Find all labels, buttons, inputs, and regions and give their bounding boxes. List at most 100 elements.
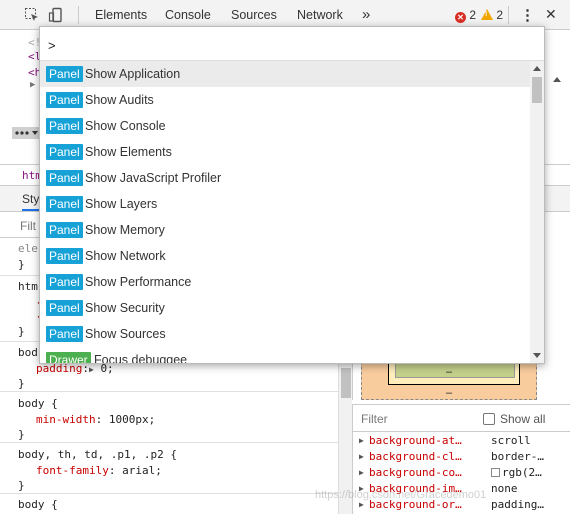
error-counter[interactable]: ✕ 2: [455, 8, 476, 23]
command-label: Show Application: [85, 67, 181, 81]
command-category-badge: Panel: [46, 92, 83, 108]
computed-property-value: border-…: [491, 450, 544, 463]
command-category-badge: Panel: [46, 222, 83, 238]
rule-selector[interactable]: htm: [18, 279, 38, 294]
command-item[interactable]: Panel Show Performance: [40, 269, 530, 295]
rule-selector[interactable]: ele: [18, 241, 38, 256]
rule-selector[interactable]: body {: [18, 497, 58, 512]
warning-count: 2: [496, 8, 504, 22]
computed-row[interactable]: ▶ background-at… scroll: [353, 433, 570, 449]
watermark: https://blog.csdn.net/Gracedemo01: [315, 489, 487, 501]
command-category-badge: Panel: [46, 66, 83, 82]
command-menu-scrollbar[interactable]: [530, 61, 544, 363]
command-item[interactable]: Panel Show Network: [40, 243, 530, 269]
error-icon: ✕: [455, 12, 466, 23]
command-label: Show Sources: [85, 327, 166, 341]
expand-triangle-icon[interactable]: ▶: [359, 433, 364, 449]
command-menu-input[interactable]: [48, 36, 528, 54]
command-category-badge: Drawer: [46, 352, 91, 363]
command-item[interactable]: Panel Show Sources: [40, 321, 530, 347]
show-all-label[interactable]: Show all: [500, 412, 545, 426]
computed-property-value: padding…: [491, 498, 544, 511]
box-model-value[interactable]: –: [446, 366, 452, 378]
rule-close-brace: }: [18, 325, 25, 338]
computed-property-name: background-at…: [369, 434, 462, 447]
command-item[interactable]: Panel Show Memory: [40, 217, 530, 243]
show-all-checkbox[interactable]: [483, 413, 495, 425]
command-label: Show Network: [85, 249, 166, 263]
tab-network[interactable]: Network: [297, 8, 343, 22]
computed-row[interactable]: ▶ background-co… rgb(2…: [353, 465, 570, 481]
warning-icon: !: [481, 9, 493, 20]
command-category-badge: Panel: [46, 326, 83, 342]
command-category-badge: Panel: [46, 196, 83, 212]
rule-declaration[interactable]: min-width: 1000px;: [36, 412, 155, 427]
command-label: Show JavaScript Profiler: [85, 171, 222, 185]
command-category-badge: Panel: [46, 248, 83, 264]
command-item[interactable]: Panel Show Layers: [40, 191, 530, 217]
command-item[interactable]: Panel Show Elements: [40, 139, 530, 165]
command-category-badge: Panel: [46, 144, 83, 160]
property-name: font-family: [36, 464, 109, 477]
command-label: Show Audits: [85, 93, 154, 107]
computed-property-value: none: [491, 482, 518, 495]
command-menu: Panel Show Application Panel Show Audits…: [39, 26, 545, 364]
scrollbar-thumb[interactable]: [341, 368, 351, 398]
computed-row[interactable]: ▶ background-cl… border-…: [353, 449, 570, 465]
command-item[interactable]: Panel Show Security: [40, 295, 530, 321]
command-menu-list: Panel Show Application Panel Show Audits…: [40, 61, 530, 363]
scroll-up-icon[interactable]: [533, 66, 541, 71]
more-tabs-icon[interactable]: »: [362, 6, 370, 23]
command-category-badge: Panel: [46, 170, 83, 186]
tab-console[interactable]: Console: [165, 8, 211, 22]
styles-filter-input[interactable]: Filt: [20, 219, 36, 233]
command-category-badge: Panel: [46, 118, 83, 134]
rule-close-brace: }: [18, 479, 25, 492]
rule-close-brace: }: [18, 428, 25, 441]
computed-property-value: rgb(2…: [491, 465, 542, 481]
style-rule: body {: [0, 494, 338, 514]
command-item[interactable]: Panel Show Application: [40, 61, 530, 87]
kebab-menu-icon[interactable]: ⋮: [520, 6, 535, 24]
device-toolbar-icon[interactable]: [48, 7, 64, 23]
rule-declaration[interactable]: font-family: arial;: [36, 463, 162, 478]
command-item[interactable]: Panel Show Audits: [40, 87, 530, 113]
command-category-badge: Panel: [46, 300, 83, 316]
expand-triangle-icon[interactable]: ▶: [359, 449, 364, 465]
rule-selector[interactable]: bod: [18, 345, 38, 360]
inspect-element-icon[interactable]: [24, 7, 40, 23]
command-label: Show Elements: [85, 145, 172, 159]
rule-close-brace: }: [18, 258, 25, 271]
property-value: arial;: [122, 464, 162, 477]
style-rule: body, th, td, .p1, .p2 { font-family: ar…: [0, 443, 338, 494]
property-value: 1000px;: [108, 413, 156, 426]
computed-property-value: scroll: [491, 434, 531, 447]
tab-styles[interactable]: Sty: [22, 192, 40, 211]
box-model-value[interactable]: –: [446, 387, 452, 399]
expand-triangle-icon[interactable]: ▶: [359, 465, 364, 481]
command-menu-input-row: [40, 27, 544, 61]
command-label: Show Console: [85, 119, 166, 133]
rule-selector[interactable]: body {: [18, 396, 58, 411]
command-item[interactable]: Panel Show JavaScript Profiler: [40, 165, 530, 191]
computed-property-value-text: rgb(2…: [502, 466, 542, 479]
error-count: 2: [469, 8, 477, 22]
warning-counter[interactable]: ! 2: [481, 8, 503, 22]
command-label: Show Security: [85, 301, 165, 315]
command-category-badge: Panel: [46, 274, 83, 290]
scroll-down-icon[interactable]: [533, 353, 541, 358]
selected-node-dots[interactable]: [12, 127, 40, 139]
expand-triangle-icon[interactable]: ▶: [30, 80, 35, 90]
color-swatch-icon[interactable]: [491, 468, 500, 477]
tab-elements[interactable]: Elements: [95, 8, 147, 22]
scrollbar-thumb[interactable]: [532, 77, 542, 103]
command-item[interactable]: Panel Show Console: [40, 113, 530, 139]
command-item[interactable]: Drawer Focus debuggee: [40, 347, 530, 363]
computed-property-name: background-cl…: [369, 450, 462, 463]
close-icon[interactable]: ✕: [545, 6, 557, 23]
tab-sources[interactable]: Sources: [231, 8, 277, 22]
rule-selector[interactable]: body, th, td, .p1, .p2 {: [18, 447, 177, 462]
computed-properties-list: ▶ background-at… scroll ▶ background-cl……: [352, 432, 570, 514]
style-rule: body { min-width: 1000px; }: [0, 392, 338, 443]
computed-filter-input[interactable]: Filter: [361, 412, 388, 426]
